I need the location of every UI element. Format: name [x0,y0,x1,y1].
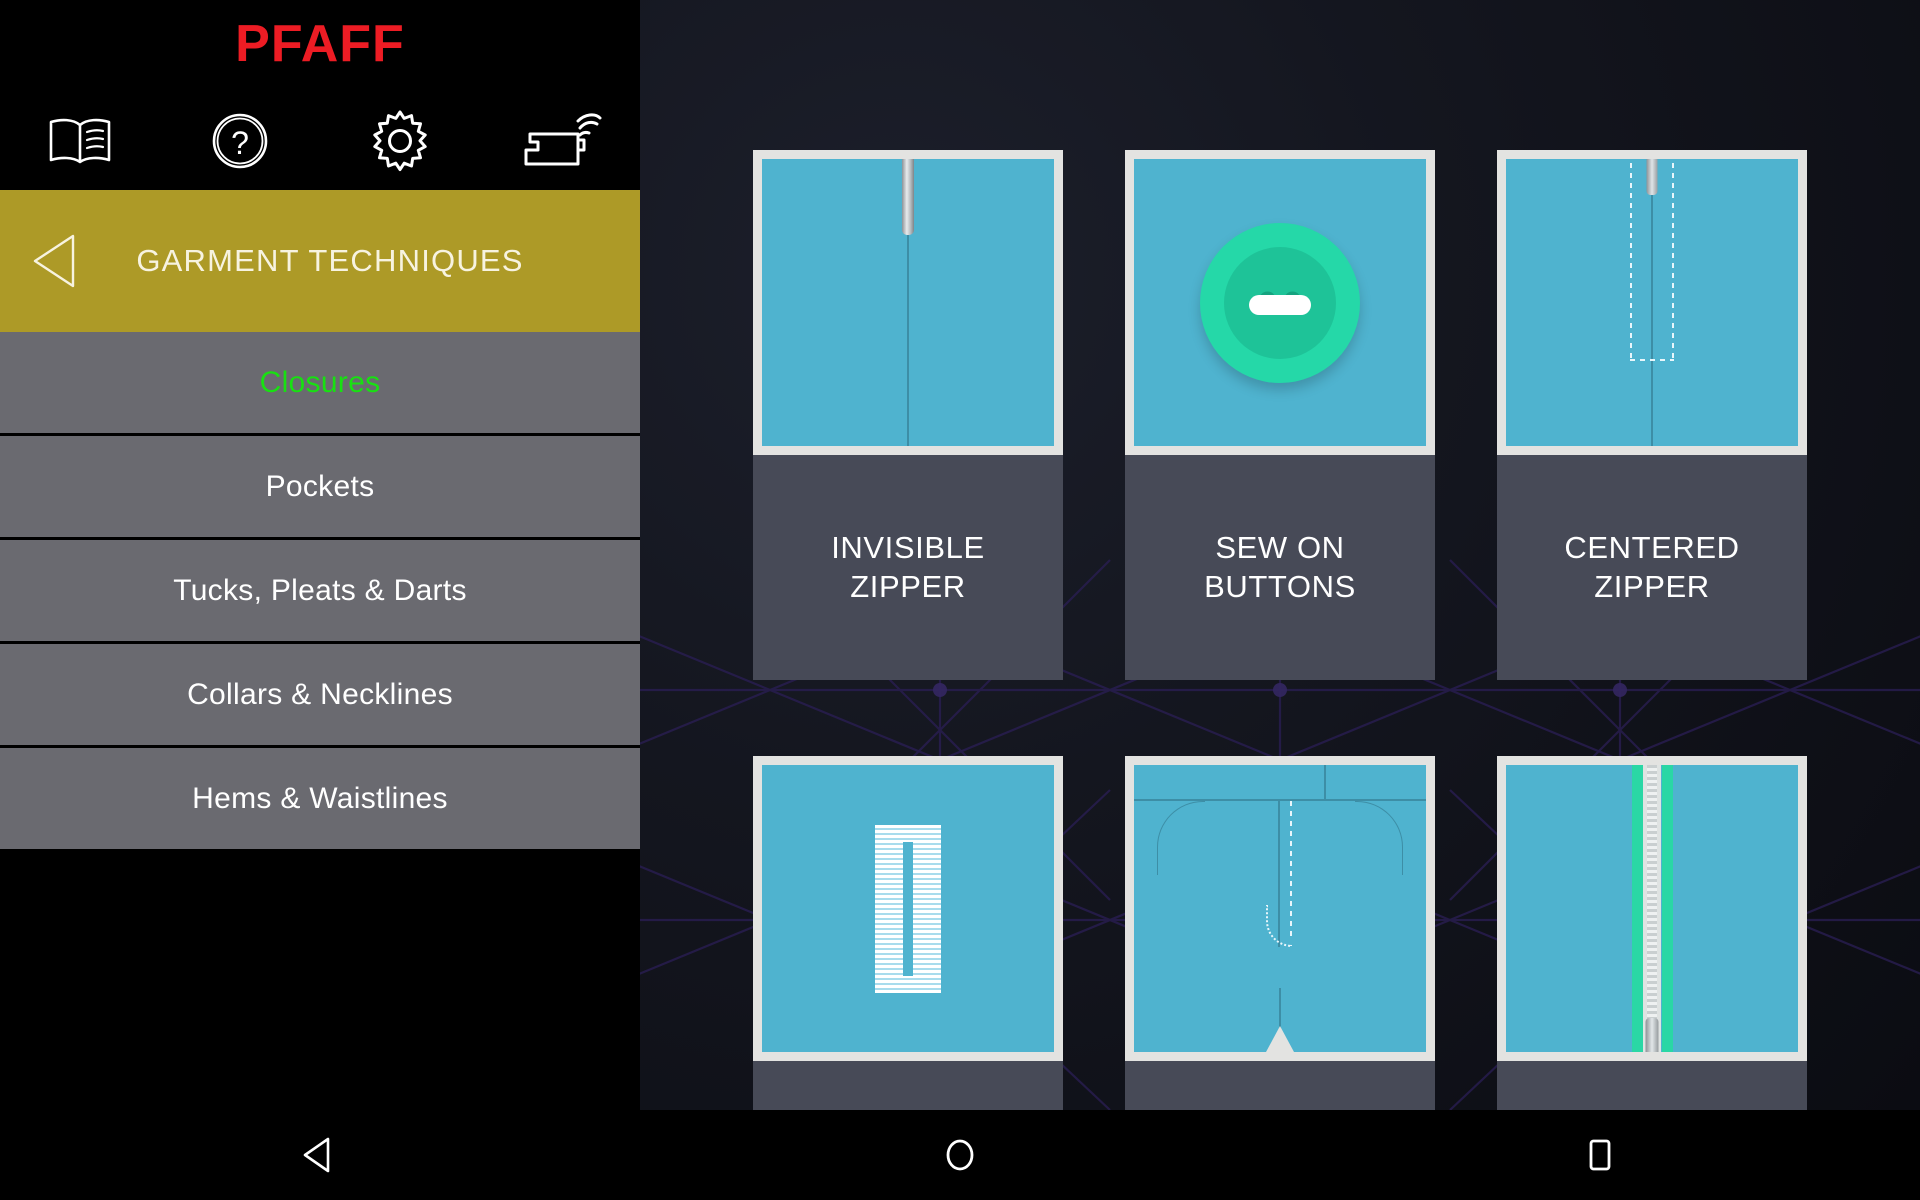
button-inner-ring [1224,246,1336,359]
card-label [1497,1061,1807,1110]
topstitch-bottom [1630,359,1674,361]
card-thumbnail [1125,150,1435,455]
app-root: PFAFF ? GARMENT TECHNIQUES Closures Pock… [0,0,1920,1200]
pocket-seam-right [1354,801,1403,875]
section-header[interactable]: GARMENT TECHNIQUES [0,190,640,332]
menu-item-pockets[interactable]: Pockets [0,436,640,540]
card-thumbnail [1497,150,1807,455]
card-label [753,1061,1063,1110]
card-label-line2: ZIPPER [1594,568,1710,604]
seam-line [1651,159,1653,446]
sewing-machine-wifi-icon[interactable] [480,96,640,186]
zipper-pull-icon [902,159,914,235]
settings-gear-icon[interactable] [320,96,480,186]
android-back-button[interactable] [240,1110,400,1200]
card-label-line1: INVISIBLE [831,529,985,565]
category-menu: Closures Pockets Tucks, Pleats & Darts C… [0,332,640,852]
top-toolbar: ? [0,96,640,186]
card-label: SEW ON BUTTONS [1125,455,1435,680]
menu-item-collars-necklines[interactable]: Collars & Necklines [0,644,640,748]
card-label: CENTERED ZIPPER [1497,455,1807,680]
left-sidebar: PFAFF ? GARMENT TECHNIQUES Closures Pock… [0,0,640,1110]
crotch-notch [1266,1026,1294,1052]
topstitch-left [1630,163,1632,363]
exposed-zipper-art [1506,765,1798,1052]
menu-item-closures[interactable]: Closures [0,332,640,436]
fly-topstitch-curve [1266,905,1292,947]
card-label-line2: BUTTONS [1204,568,1356,604]
help-question-icon[interactable]: ? [160,96,320,186]
card-label [1125,1061,1435,1110]
pants-waistband [1134,765,1426,801]
menu-item-hems-waistlines[interactable]: Hems & Waistlines [0,748,640,852]
zipper-tape-right [1662,765,1673,1052]
android-recents-button[interactable] [1520,1110,1680,1200]
manual-book-icon[interactable] [0,96,160,186]
sew-on-buttons-art [1134,159,1426,446]
card-label-line1: CENTERED [1564,529,1740,565]
android-home-button[interactable] [880,1110,1040,1200]
card-thumbnail [753,756,1063,1061]
technique-card-sew-on-buttons[interactable]: SEW ON BUTTONS [1125,150,1435,680]
menu-item-tucks-pleats-darts[interactable]: Tucks, Pleats & Darts [0,540,640,644]
card-thumbnail [753,150,1063,455]
topstitch-right [1672,163,1674,363]
zipper-pull-icon [1646,159,1658,195]
brand-bar: PFAFF ? [0,0,640,190]
technique-grid: INVISIBLE ZIPPER SEW ON BUTTONS CENTERED… [640,150,1920,1110]
zipper-tape-left [1632,765,1643,1052]
pocket-seam-left [1157,801,1206,875]
technique-card-exposed-zipper[interactable] [1497,756,1807,1110]
invisible-zipper-art [762,159,1054,446]
technique-gallery: INVISIBLE ZIPPER SEW ON BUTTONS CENTERED… [640,0,1920,1110]
svg-text:?: ? [231,125,249,161]
section-title: GARMENT TECHNIQUES [136,243,524,278]
card-label-line1: SEW ON [1215,529,1345,565]
button-thread [1249,294,1311,315]
buttonhole-slit [903,841,913,976]
technique-card-fly-front[interactable] [1125,756,1435,1110]
back-arrow-icon[interactable] [0,190,110,332]
android-navigation-bar [0,1110,1920,1200]
card-label-line2: ZIPPER [850,568,966,604]
card-thumbnail [1497,756,1807,1061]
buttonhole-icon [875,824,941,993]
card-thumbnail [1125,756,1435,1061]
buttonhole-art [762,765,1054,1052]
zipper-teeth [1647,765,1657,1052]
fly-front-art [1134,765,1426,1052]
technique-card-centered-zipper[interactable]: CENTERED ZIPPER [1497,150,1807,680]
technique-card-invisible-zipper[interactable]: INVISIBLE ZIPPER [753,150,1063,680]
card-label: INVISIBLE ZIPPER [753,455,1063,680]
zipper-pull-icon [1645,1018,1659,1052]
button-icon [1200,222,1360,383]
pfaff-logo: PFAFF [235,15,405,73]
technique-card-buttonhole[interactable] [753,756,1063,1110]
centered-zipper-art [1506,159,1798,446]
